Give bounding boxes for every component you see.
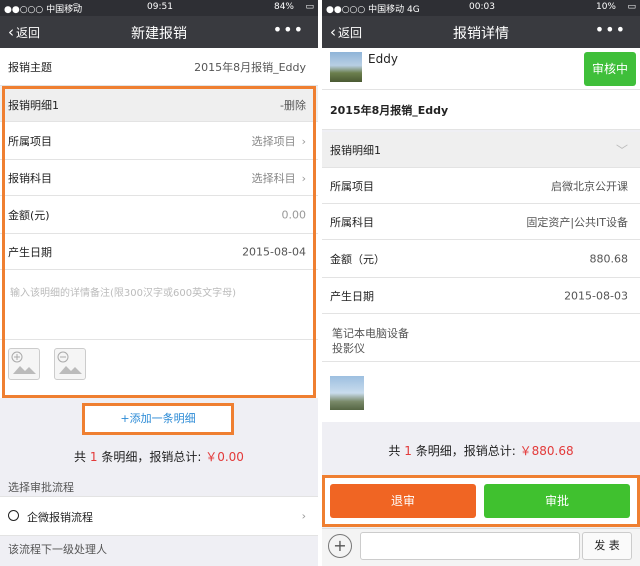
project-row: 所属项目 启微北京公开课 (322, 168, 640, 204)
battery-icon: ▭ (627, 2, 636, 12)
date-row: 产生日期 2015-08-03 (322, 278, 640, 314)
clock: 00:03 (469, 2, 495, 12)
total-text: 条明细，报销总计: (101, 450, 202, 464)
subject-row: 2015年8月报销_Eddy (322, 90, 640, 130)
radio-icon[interactable] (8, 510, 19, 521)
send-button[interactable]: 发 表 (582, 532, 632, 560)
attachment-thumbnail[interactable] (330, 376, 364, 410)
attachment-row (322, 362, 640, 422)
nav-bar: ‹ 返回 报销详情 ••• (322, 16, 640, 48)
add-detail-label: +添加一条明细 (120, 412, 196, 425)
add-detail-button[interactable]: +添加一条明细 (82, 403, 234, 435)
chevron-right-icon: › (301, 509, 306, 523)
more-menu-button[interactable]: ••• (595, 20, 626, 39)
wifi-icon: ◠ (72, 2, 80, 12)
status-badge: 审核中 (584, 52, 636, 86)
reject-button[interactable]: 退审 (330, 484, 476, 518)
right-screen: ●●○○○ 中国移动 4G 00:03 10% ▭ ‹ 返回 报销详情 ••• E… (322, 0, 640, 566)
clock: 09:51 (147, 2, 173, 12)
detail-count: 1 (404, 444, 412, 458)
subject-value[interactable]: 2015年8月报销_Eddy (194, 59, 306, 75)
notes: 笔记本电脑设备 投影仪 (332, 326, 409, 356)
battery-level: 10% (595, 2, 616, 12)
amount-value: 880.68 (589, 252, 629, 265)
note-line: 投影仪 (332, 342, 365, 355)
detail-header-row[interactable]: 报销明细1 ﹀ (322, 132, 640, 168)
carrier: ●●○○○ 中国移动 4G (326, 5, 420, 15)
total-prefix: 共 (388, 444, 401, 458)
status-bar: ●●○○○ 中国移动 4G 00:03 10% ▭ (322, 0, 640, 16)
total-prefix: 共 (74, 450, 87, 464)
chevron-down-icon: ﹀ (615, 143, 628, 157)
approve-button[interactable]: 审批 (484, 484, 630, 518)
project-label: 所属项目 (330, 179, 374, 193)
nav-bar: ‹ 返回 新建报销 ••• (0, 16, 318, 48)
total-text: 条明细，报销总计: (415, 444, 516, 458)
project-value: 启微北京公开课 (551, 179, 628, 193)
left-screen: ●●○○○ 中国移动 ◠ 09:51 84% ▭ ‹ 返回 新建报销 ••• 报销… (0, 0, 318, 566)
detail-highlight-frame (2, 86, 316, 398)
amount-row: 金额（元） 880.68 (322, 240, 640, 278)
account-value: 固定资产|公共IT设备 (526, 215, 628, 229)
total-amount: ￥880.68 (519, 444, 574, 458)
plus-icon[interactable]: + (328, 534, 352, 558)
total-amount: ￥0.00 (205, 450, 244, 464)
subject-row[interactable]: 报销主题 2015年8月报销_Eddy (0, 48, 318, 86)
page-title: 报销详情 (453, 26, 509, 42)
subject-title: 2015年8月报销_Eddy (330, 103, 449, 117)
account-row: 所属科目 固定资产|公共IT设备 (322, 204, 640, 240)
more-menu-button[interactable]: ••• (273, 20, 304, 39)
detail-header: 报销明细1 (330, 143, 381, 157)
carrier: ●●○○○ 中国移动 (4, 5, 83, 15)
user-name: Eddy (368, 52, 398, 66)
approval-section-title: 选择审批流程 (8, 481, 74, 494)
date-value: 2015-08-03 (564, 289, 628, 302)
date-label: 产生日期 (330, 289, 374, 303)
notes-row: 笔记本电脑设备 投影仪 (322, 314, 640, 362)
total-summary: 共 1 条明细，报销总计: ￥0.00 (0, 448, 318, 465)
amount-label: 金额（元） (330, 252, 385, 266)
battery-icon: ▭ (305, 2, 314, 12)
detail-count: 1 (89, 450, 98, 464)
next-handler-title: 该流程下一级处理人 (8, 543, 107, 556)
flow-name: 企微报销流程 (27, 511, 93, 524)
status-bar: ●●○○○ 中国移动 ◠ 09:51 84% ▭ (0, 0, 318, 16)
battery-level: 84% (273, 2, 294, 12)
approval-flow-row[interactable]: 企微报销流程 › (0, 496, 318, 536)
subject-label: 报销主题 (8, 60, 52, 74)
total-summary: 共 1 条明细，报销总计: ￥880.68 (322, 442, 640, 459)
comment-bar: + 发 表 (322, 528, 640, 566)
note-line: 笔记本电脑设备 (332, 327, 409, 340)
avatar (330, 52, 362, 82)
comment-input[interactable] (360, 532, 580, 560)
account-label: 所属科目 (330, 215, 374, 229)
page-title: 新建报销 (131, 26, 187, 42)
user-row: Eddy 审核中 (322, 48, 640, 90)
